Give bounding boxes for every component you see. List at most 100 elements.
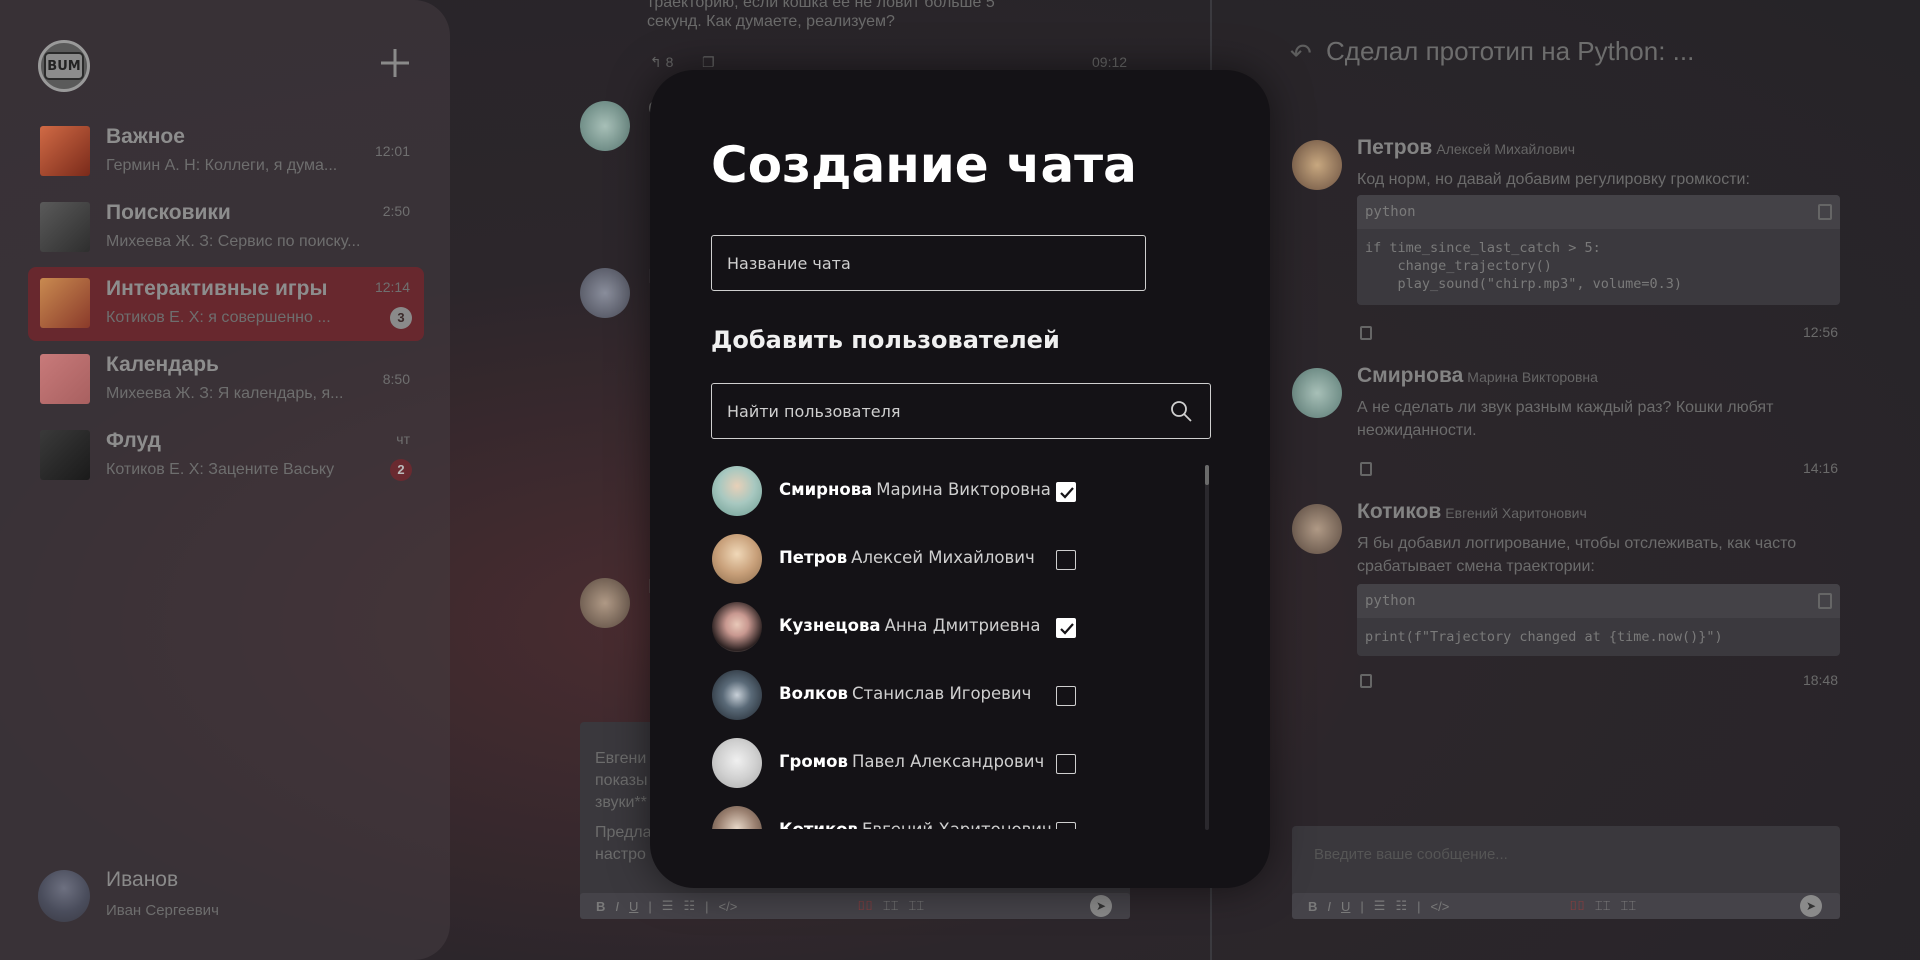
unread-badge: 2: [390, 459, 412, 481]
composer-text: настро: [595, 846, 646, 863]
copy-icon[interactable]: [1818, 204, 1832, 220]
numbered-list-icon[interactable]: ☷: [1395, 898, 1407, 914]
underline-button[interactable]: U: [1341, 899, 1350, 914]
user-row[interactable]: Кузнецова Анна Дмитриевна: [710, 599, 1130, 655]
italic-button[interactable]: I: [615, 899, 619, 914]
user-checkbox[interactable]: [1056, 550, 1076, 570]
app-logo[interactable]: BUM: [38, 40, 90, 92]
align-icon[interactable]: ⌶⌶: [1595, 898, 1611, 914]
align-icon[interactable]: ⌶⌶: [1621, 898, 1637, 914]
user-checkbox[interactable]: [1056, 482, 1076, 502]
user-surname: Громов: [779, 752, 848, 771]
align-icon[interactable]: ⌶⌶: [883, 898, 899, 914]
avatar: [712, 602, 762, 652]
user-list-scrollbar[interactable]: [1205, 465, 1209, 830]
user-given-name: Анна Дмитриевна: [884, 616, 1041, 635]
user-row[interactable]: Волков Станислав Игоревич: [710, 667, 1130, 723]
avatar: [712, 466, 762, 516]
align-icon[interactable]: ⌷⌷: [1569, 898, 1585, 914]
checkmark-icon: [1060, 623, 1074, 635]
composer-text: Предла: [595, 824, 652, 841]
message-time: 12:56: [1802, 324, 1838, 340]
chat-item-flood[interactable]: Флуд Котиков Е. Х: Зацените Ваську чт 2: [28, 419, 424, 493]
separator: |: [1360, 898, 1364, 914]
italic-button[interactable]: I: [1327, 899, 1331, 914]
copy-icon[interactable]: [1818, 593, 1832, 609]
chat-name-input[interactable]: [711, 235, 1146, 291]
send-button[interactable]: ➤: [1800, 895, 1822, 917]
underline-button[interactable]: U: [629, 899, 638, 914]
code-block: python if time_since_last_catch > 5: cha…: [1357, 195, 1840, 305]
bold-button[interactable]: B: [1308, 899, 1317, 914]
composer-text: показы: [595, 772, 648, 789]
user-checkbox[interactable]: [1056, 822, 1076, 829]
chat-thumbnail: [40, 278, 90, 328]
chat-time: чт: [396, 431, 410, 447]
reply-button[interactable]: ↰ 8: [650, 54, 673, 71]
send-button[interactable]: ➤: [1090, 895, 1112, 917]
user-name: Котиков Евгений Харитонович: [779, 820, 1052, 829]
plus-icon: [381, 49, 409, 77]
chat-item-important[interactable]: Важное Гермин А. Н: Коллеги, я дума... 1…: [28, 115, 424, 189]
user-row[interactable]: Петров Алексей Михайлович: [710, 531, 1130, 587]
avatar: [712, 806, 762, 829]
bullet-list-icon[interactable]: ☰: [1374, 898, 1386, 914]
user-surname: Волков: [779, 684, 848, 703]
author-surname: Петров: [1357, 136, 1433, 159]
user-checkbox[interactable]: [1056, 686, 1076, 706]
copy-icon[interactable]: [1360, 674, 1372, 688]
user-row[interactable]: Громов Павел Александрович: [710, 735, 1130, 791]
avatar: [712, 738, 762, 788]
numbered-list-icon[interactable]: ☷: [683, 898, 695, 914]
message-text: А не сделать ли звук разным каждый раз? …: [1357, 399, 1774, 439]
thread-message: Котиков Евгений Харитонович Я бы добавил …: [1290, 500, 1840, 694]
chat-sidebar: BUM Важное Гермин А. Н: Коллеги, я дума.…: [0, 0, 450, 960]
author-surname: Смирнова: [1357, 364, 1464, 387]
avatar: [712, 534, 762, 584]
scrollbar-thumb[interactable]: [1205, 465, 1209, 485]
user-given-name: Евгений Харитонович: [862, 820, 1052, 829]
bold-button[interactable]: B: [596, 899, 605, 914]
chat-name: Поисковики: [106, 201, 231, 224]
user-checkbox[interactable]: [1056, 754, 1076, 774]
code-icon[interactable]: </>: [719, 899, 738, 914]
back-arrow-icon[interactable]: ↶: [1290, 38, 1312, 69]
align-icon[interactable]: ⌶⌶: [909, 898, 925, 914]
code-content: if time_since_last_catch > 5: change_tra…: [1365, 240, 1682, 292]
code-icon[interactable]: </>: [1431, 899, 1450, 914]
author-surname: Котиков: [1357, 500, 1442, 523]
formatting-toolbar: B I U | ☰ ☷ | </> ⌷⌷ ⌶⌶ ⌶⌶ ➤: [580, 893, 1130, 919]
input-placeholder: Введите ваше сообщение...: [1314, 846, 1508, 863]
add-users-title: Добавить пользователей: [711, 326, 1060, 354]
chat-item-interactive-games[interactable]: Интерактивные игры Котиков Е. Х: я совер…: [28, 267, 424, 341]
create-chat-modal: Создание чата Добавить пользователей Сми…: [650, 70, 1270, 888]
user-surname: Котиков: [779, 820, 858, 829]
message-text: Код норм, но давай добавим регулировку г…: [1357, 171, 1750, 188]
user-search-input[interactable]: [712, 384, 1152, 438]
message-time: 18:48: [1802, 672, 1838, 688]
copy-icon[interactable]: [1360, 462, 1372, 476]
copy-icon[interactable]: [1360, 326, 1372, 340]
chat-item-calendar[interactable]: Календарь Михеева Ж. З: Я календарь, я..…: [28, 343, 424, 417]
message-author: Петров Алексей Михайлович: [1357, 136, 1575, 160]
user-checkbox[interactable]: [1056, 618, 1076, 638]
thread-message: Петров Алексей Михайлович Код норм, но да…: [1290, 136, 1840, 340]
bullet-list-icon[interactable]: ☰: [662, 898, 674, 914]
copy-icon[interactable]: ❐: [702, 54, 715, 71]
chat-name: Интерактивные игры: [106, 277, 328, 300]
align-icon[interactable]: ⌷⌷: [857, 898, 873, 914]
search-icon[interactable]: [1170, 400, 1192, 422]
chat-item-search-engines[interactable]: Поисковики Михеева Ж. З: Сервис по поиск…: [28, 191, 424, 265]
chat-thumbnail: [40, 202, 90, 252]
chat-preview: Гермин А. Н: Коллеги, я дума...: [106, 157, 338, 174]
author-name: Марина Викторовна: [1467, 369, 1598, 385]
user-row[interactable]: Смирнова Марина Викторовна: [710, 463, 1130, 519]
chat-name: Важное: [106, 125, 185, 148]
thread-message: Смирнова Марина Викторовна А не сделать л…: [1290, 364, 1840, 478]
user-surname: Кузнецова: [779, 616, 881, 635]
chat-name: Флуд: [106, 429, 161, 452]
user-row[interactable]: Котиков Евгений Харитонович: [710, 803, 1130, 829]
add-chat-button[interactable]: [378, 46, 412, 80]
user-name: Смирнова Марина Викторовна: [779, 480, 1051, 499]
chat-thumbnail: [40, 354, 90, 404]
